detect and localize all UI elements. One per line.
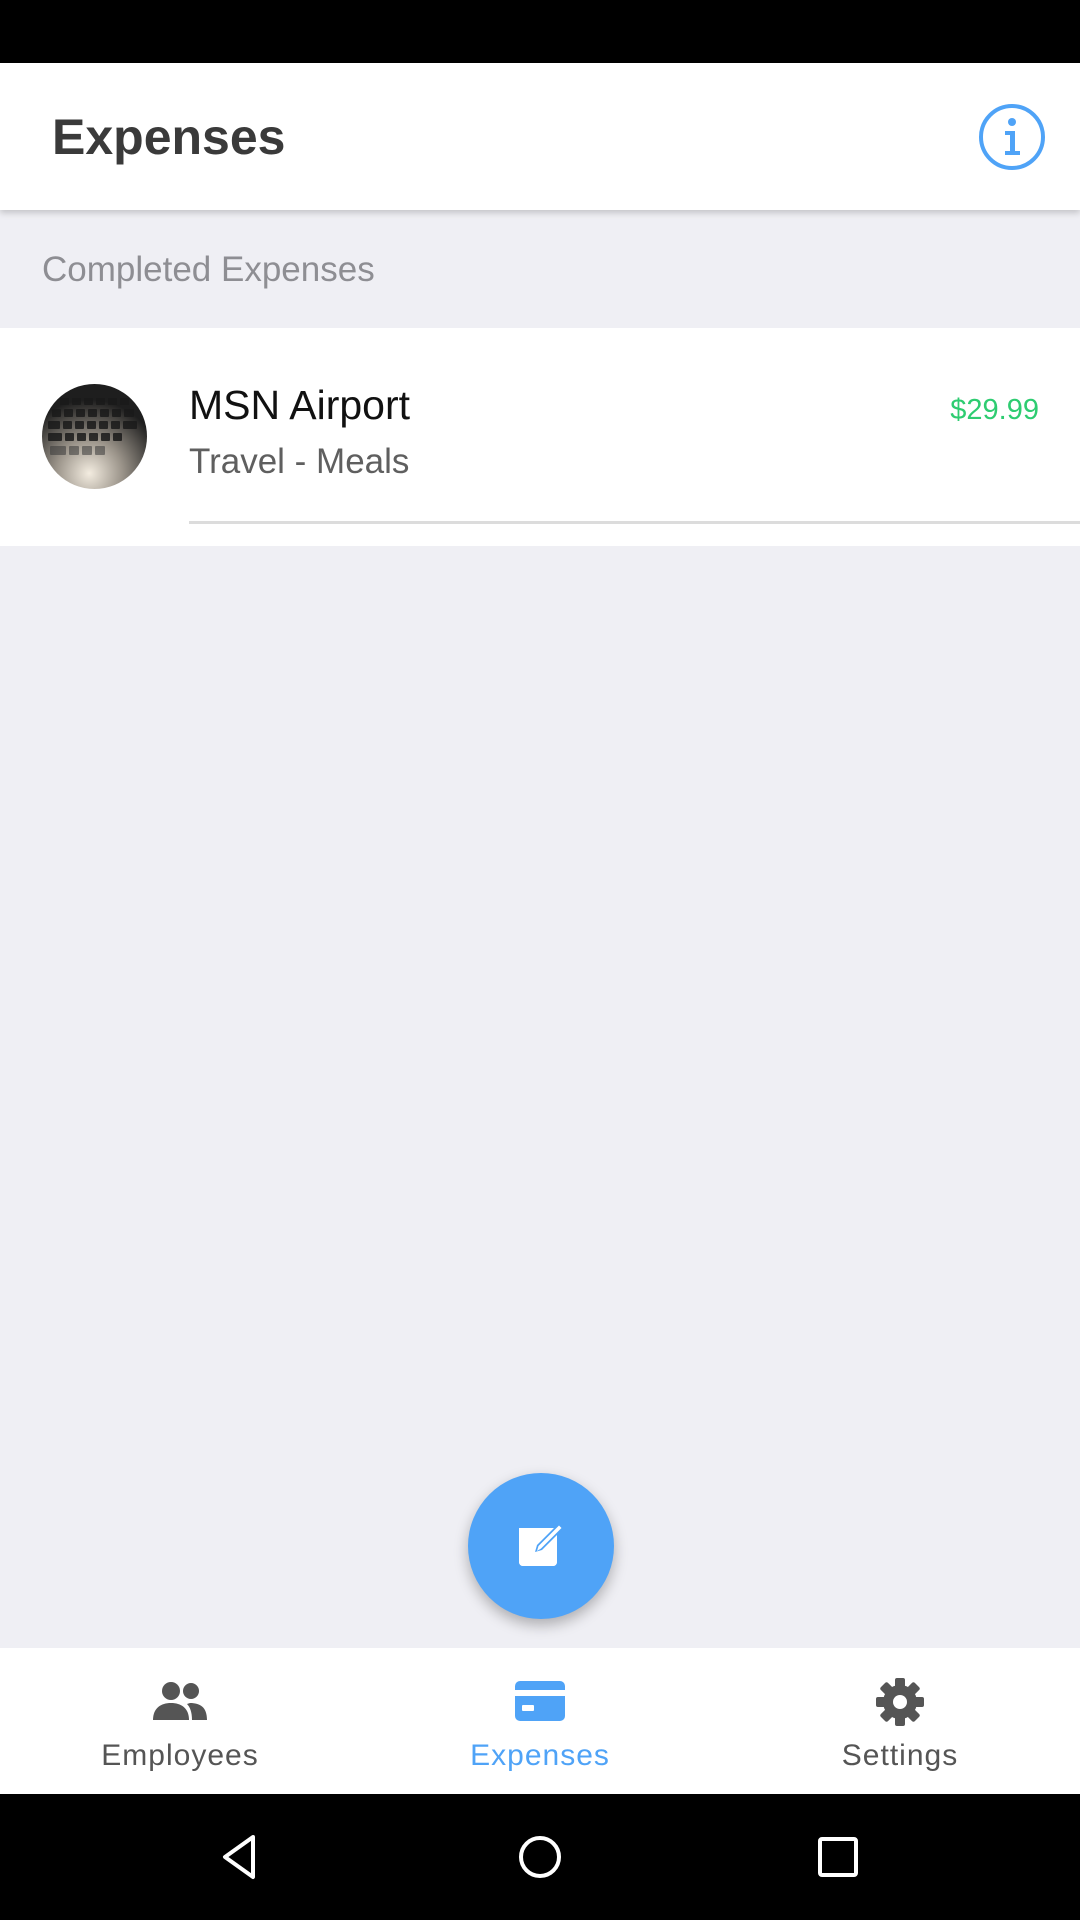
info-icon[interactable] xyxy=(978,103,1046,171)
status-bar xyxy=(0,0,1080,63)
credit-card-icon xyxy=(510,1676,570,1728)
section-header-completed: Completed Expenses xyxy=(42,250,375,289)
tab-expenses[interactable]: Expenses xyxy=(360,1648,720,1794)
back-icon[interactable] xyxy=(213,1829,269,1885)
bottom-tab-bar: Employees Expenses Settings xyxy=(0,1648,1080,1794)
recents-icon[interactable] xyxy=(810,1829,866,1885)
system-navigation-bar xyxy=(0,1794,1080,1920)
home-icon[interactable] xyxy=(512,1829,568,1885)
new-expense-button[interactable] xyxy=(468,1473,614,1619)
expense-thumbnail xyxy=(42,384,147,489)
app-header: Expenses xyxy=(0,63,1080,210)
edit-icon xyxy=(513,1516,569,1577)
expense-row[interactable]: MSN Airport Travel - Meals $29.99 xyxy=(0,328,1080,546)
row-divider xyxy=(189,521,1080,524)
tab-settings[interactable]: Settings xyxy=(720,1648,1080,1794)
tab-label: Expenses xyxy=(470,1739,610,1772)
page-title: Expenses xyxy=(52,109,286,165)
gear-icon xyxy=(870,1676,930,1728)
people-icon xyxy=(150,1676,210,1728)
tab-employees[interactable]: Employees xyxy=(0,1648,360,1794)
expenses-list-screen: Completed Expenses MSN Airport Travel - … xyxy=(0,210,1080,1648)
tab-label: Settings xyxy=(841,1739,959,1772)
tab-label: Employees xyxy=(101,1739,259,1772)
expense-amount: $29.99 xyxy=(950,394,1039,426)
expense-title: MSN Airport xyxy=(189,382,410,428)
expense-category: Travel - Meals xyxy=(189,442,410,481)
